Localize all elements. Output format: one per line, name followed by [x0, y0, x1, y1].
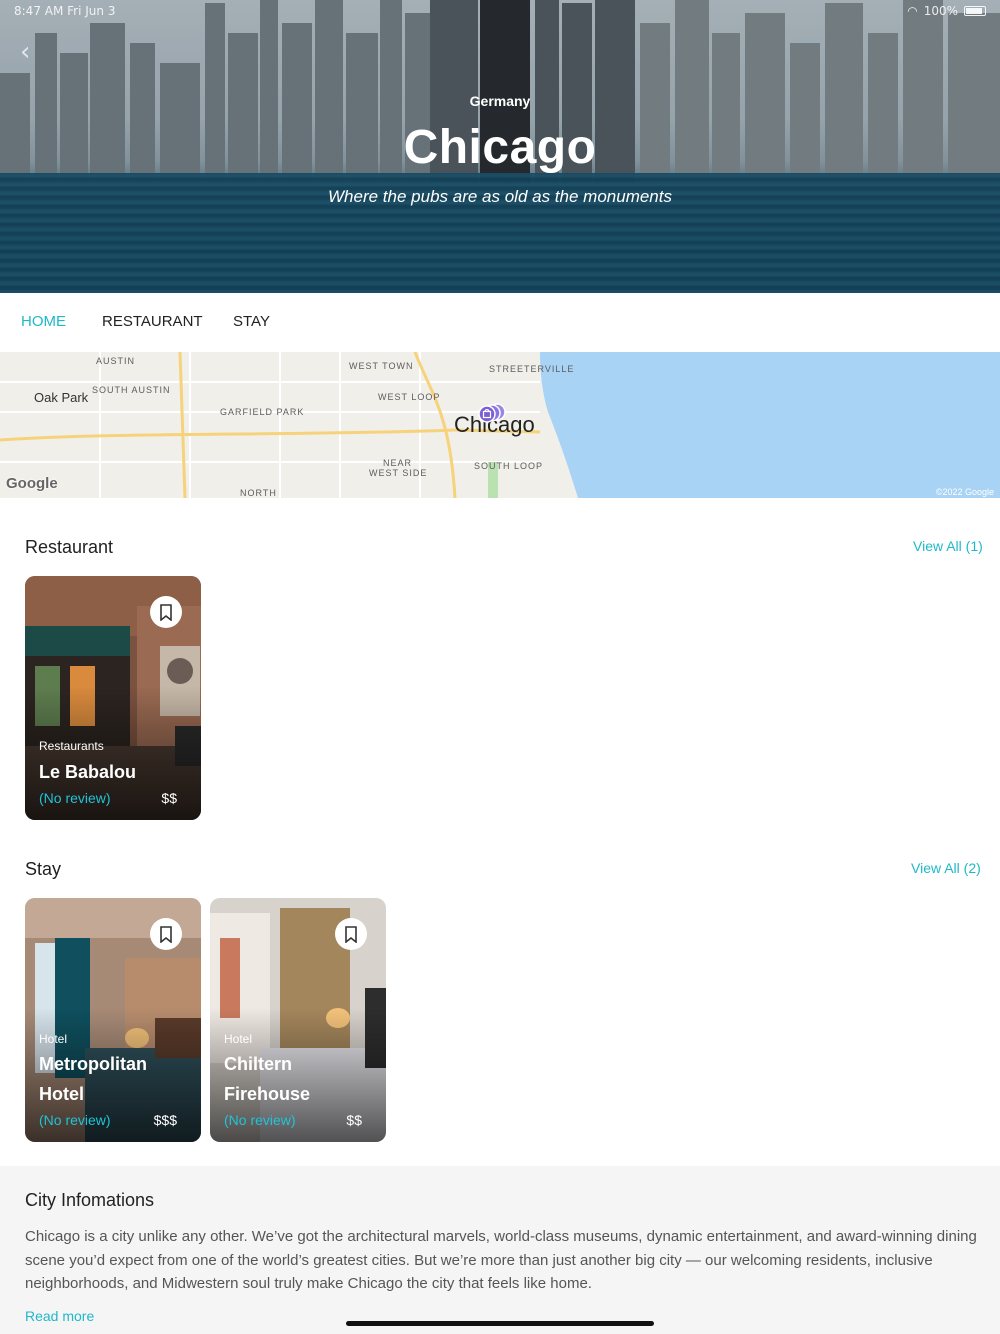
stay-section-title: Stay [25, 859, 62, 879]
read-more-link[interactable]: Read more [25, 1308, 94, 1324]
restaurant-section-title: Restaurant [25, 537, 114, 557]
map-label-south-loop: SOUTH LOOP [474, 461, 544, 471]
map-label-south-austin: SOUTH AUSTIN [92, 385, 171, 395]
city-info-section: City Infomations Chicago is a city unlik… [0, 1166, 1000, 1334]
stay-card[interactable]: Hotel Chiltern Firehouse (No review) $$ [210, 898, 386, 1142]
map-label-near: NEAR [383, 458, 413, 468]
card-price: $$ [161, 790, 177, 806]
status-time: 8:47 AM Fri Jun 3 [14, 4, 116, 18]
hero-country: Germany [469, 93, 531, 109]
restaurant-view-all-link[interactable]: View All (1) [913, 538, 983, 554]
city-info-title: City Infomations [25, 1190, 155, 1210]
map-label-west-side: WEST SIDE [369, 468, 428, 478]
bookmark-icon[interactable] [150, 918, 182, 950]
hero-city-title: Chicago [403, 121, 597, 174]
status-bar: 8:47 AM Fri Jun 3 ◠ 100% [14, 4, 986, 20]
tab-stay[interactable]: STAY [233, 313, 270, 330]
map-copyright: ©2022 Google [935, 487, 994, 497]
card-category: Restaurants [39, 739, 104, 753]
status-icons: ◠ 100% [907, 4, 986, 18]
tab-bar: HOME RESTAURANT STAY [0, 293, 1000, 352]
card-review: (No review) [224, 1112, 296, 1128]
city-info-description: Chicago is a city unlike any other. We’v… [25, 1228, 977, 1292]
hero-banner: 8:47 AM Fri Jun 3 ◠ 100% ‹ Germany Chica… [0, 0, 1000, 293]
restaurant-card[interactable]: Restaurants Le Babalou (No review) $$ [25, 576, 201, 820]
bookmark-icon[interactable] [150, 596, 182, 628]
map-label-north: NORTH [240, 488, 277, 498]
battery-percent: 100% [923, 4, 958, 18]
card-category: Hotel [39, 1032, 68, 1046]
card-name: Le Babalou [39, 762, 137, 782]
home-indicator[interactable] [346, 1321, 654, 1326]
card-name: Chiltern Firehouse [224, 1054, 311, 1104]
card-name: Metropolitan Hotel [39, 1054, 147, 1104]
map-label-oak-park: Oak Park [34, 390, 89, 405]
bookmark-icon[interactable] [335, 918, 367, 950]
back-arrow-icon[interactable]: ‹ [20, 39, 40, 65]
card-price: $$$ [153, 1112, 177, 1128]
stay-view-all-link[interactable]: View All (2) [911, 860, 981, 876]
hero-tagline: Where the pubs are as old as the monumen… [328, 187, 672, 206]
wifi-icon: ◠ [907, 4, 918, 18]
map-pin-cluster-icon[interactable] [476, 403, 510, 429]
map-label-streeterville: STREETERVILLE [489, 364, 575, 374]
battery-icon [964, 6, 986, 16]
google-logo: Google [6, 475, 58, 492]
card-review: (No review) [39, 790, 111, 806]
map-label-west-loop: WEST LOOP [378, 392, 441, 402]
card-category: Hotel [224, 1032, 253, 1046]
map-label-west-town: WEST TOWN [349, 361, 414, 371]
map-label-garfield-park: GARFIELD PARK [220, 407, 305, 417]
card-price: $$ [346, 1112, 362, 1128]
tab-restaurant[interactable]: RESTAURANT [102, 313, 203, 330]
card-review: (No review) [39, 1112, 111, 1128]
map-label-austin: AUSTIN [96, 356, 136, 366]
stay-card[interactable]: Hotel Metropolitan Hotel (No review) $$$ [25, 898, 201, 1142]
tab-home[interactable]: HOME [21, 313, 66, 330]
